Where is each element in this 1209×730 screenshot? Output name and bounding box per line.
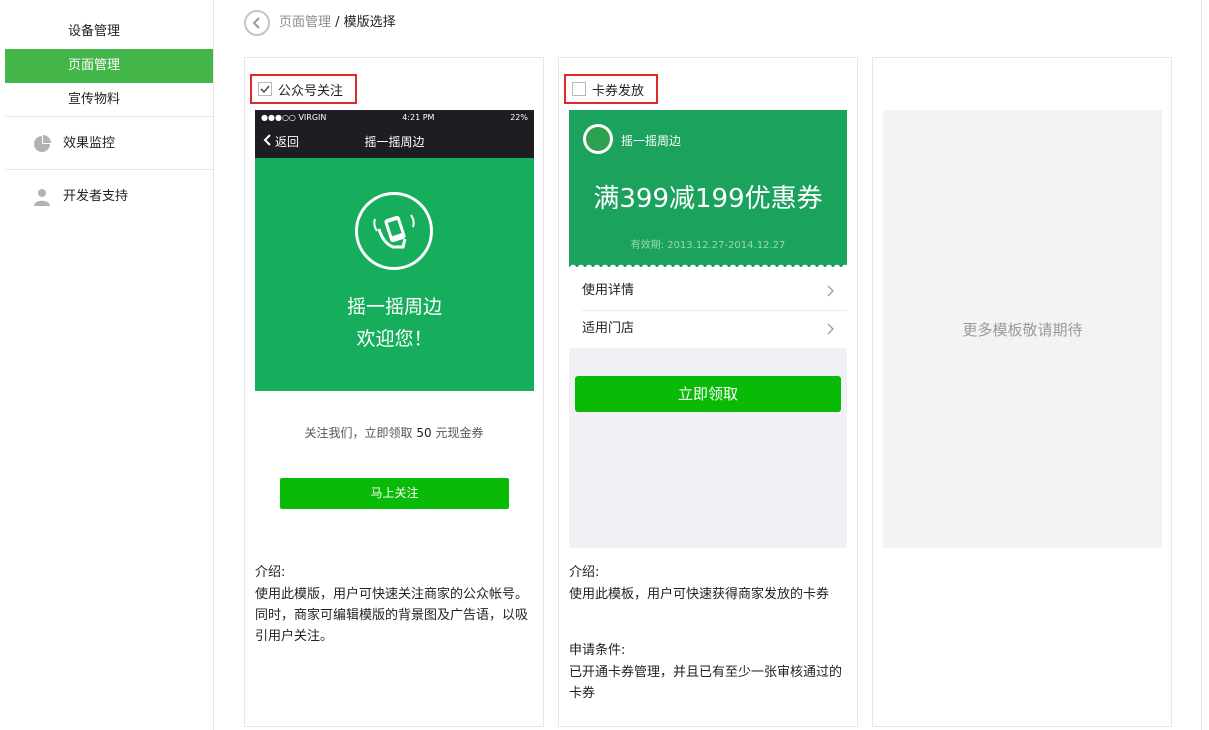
sidebar-item-developer-support[interactable]: 开发者支持	[33, 187, 128, 207]
sidebar: 设备管理 页面管理 宣传物料 效果监控 开发者支持	[0, 0, 214, 730]
template-title: 公众号关注	[278, 83, 344, 99]
follow-prompt: 关注我们，立即领取 50 元现金券	[245, 424, 543, 441]
template-card-follow[interactable]: 公众号关注 ●●●○○ VIRGIN 4:21 PM 22% 返回 摇一摇周边 …	[244, 57, 544, 727]
list-item-label: 适用门店	[582, 321, 635, 336]
template-select-coupon[interactable]: 卡券发放	[564, 74, 659, 104]
sidebar-item-device-management[interactable]: 设备管理	[5, 15, 213, 49]
hero-subtitle: 欢迎您！	[356, 328, 433, 350]
list-item-applicable-stores: 适用门店	[582, 310, 837, 348]
intro-text: 使用此模版，用户可快速关注商家的公众帐号。同时，商家可编辑模版的背景图及广告语，…	[255, 587, 529, 644]
chevron-right-icon	[827, 310, 835, 348]
back-button[interactable]	[244, 10, 270, 36]
breadcrumb-parent[interactable]: 页面管理	[279, 15, 331, 30]
sidebar-item-label: 开发者支持	[63, 189, 129, 204]
status-time: 4:21 PM	[402, 112, 435, 122]
list-item-label: 使用详情	[582, 283, 635, 298]
coupon-title: 满399减199优惠券	[593, 184, 823, 214]
chevron-right-icon	[827, 272, 835, 310]
sidebar-item-page-management[interactable]: 页面管理	[5, 49, 213, 83]
pie-chart-icon	[33, 135, 51, 153]
condition-title: 申请条件:	[569, 643, 626, 658]
user-icon	[33, 188, 51, 206]
status-carrier: ●●●○○ VIRGIN	[261, 112, 327, 122]
template-select-follow[interactable]: 公众号关注	[250, 74, 358, 104]
sidebar-item-label: 效果监控	[63, 136, 116, 151]
follow-prompt-suffix: 元现金券	[431, 426, 484, 440]
sidebar-item-effect-monitoring[interactable]: 效果监控	[33, 134, 115, 154]
coupon-brand: 摇一摇周边	[621, 134, 682, 148]
coupon-validity: 有效期: 2013.12.27-2014.12.27	[630, 240, 786, 251]
coupon-info-list: 使用详情 适用门店	[569, 272, 847, 348]
more-templates-placeholder: 更多模板敬请期待	[883, 110, 1162, 548]
breadcrumb-separator: /	[331, 15, 344, 30]
template-card-coupon[interactable]: 卡券发放 摇一摇周边 满399减199优惠券 有效期: 2013.12.27-2…	[558, 57, 858, 727]
template-preview-follow: ●●●○○ VIRGIN 4:21 PM 22% 返回 摇一摇周边 摇一摇周边 …	[255, 110, 534, 391]
condition-text: 已开通卡券管理，并且已有至少一张审核通过的卡券	[569, 665, 843, 701]
sidebar-divider	[5, 116, 213, 117]
template-title: 卡券发放	[592, 83, 645, 99]
hero-title: 摇一摇周边	[346, 296, 442, 318]
checkbox-checked[interactable]	[258, 82, 272, 96]
phone-status-bar: ●●●○○ VIRGIN 4:21 PM 22%	[255, 110, 534, 124]
coupon-scalloped-edge	[569, 260, 847, 268]
claim-now-button: 立即领取	[575, 376, 841, 412]
page-edge-divider	[1201, 0, 1202, 730]
template-card-more: 更多模板敬请期待	[872, 57, 1172, 727]
coupon-header: 摇一摇周边 满399减199优惠券 有效期: 2013.12.27-2014.1…	[569, 110, 847, 268]
intro-title: 介绍:	[569, 565, 600, 580]
shake-hand-icon	[355, 192, 433, 270]
status-battery: 22%	[510, 112, 528, 122]
phone-nav-bar: 返回 摇一摇周边	[255, 124, 534, 158]
follow-prompt-prefix: 关注我们，立即领取	[304, 426, 417, 440]
template-preview-coupon: 摇一摇周边 满399减199优惠券 有效期: 2013.12.27-2014.1…	[569, 110, 847, 548]
checkbox-unchecked[interactable]	[572, 82, 586, 96]
breadcrumb-current: 模版选择	[343, 15, 396, 30]
phone-nav-title: 摇一摇周边	[364, 135, 425, 149]
intro-text: 使用此模板，用户可快速获得商家发放的卡券	[569, 587, 830, 602]
intro-title: 介绍:	[255, 565, 286, 580]
follow-now-button: 马上关注	[280, 478, 509, 509]
sidebar-item-promo-materials[interactable]: 宣传物料	[5, 83, 213, 117]
breadcrumb: 页面管理 / 模版选择	[279, 14, 396, 32]
sidebar-divider	[5, 169, 213, 170]
brand-logo-icon	[583, 124, 613, 154]
follow-prompt-amount: 50	[416, 426, 432, 440]
list-item-usage-details: 使用详情	[582, 272, 837, 310]
